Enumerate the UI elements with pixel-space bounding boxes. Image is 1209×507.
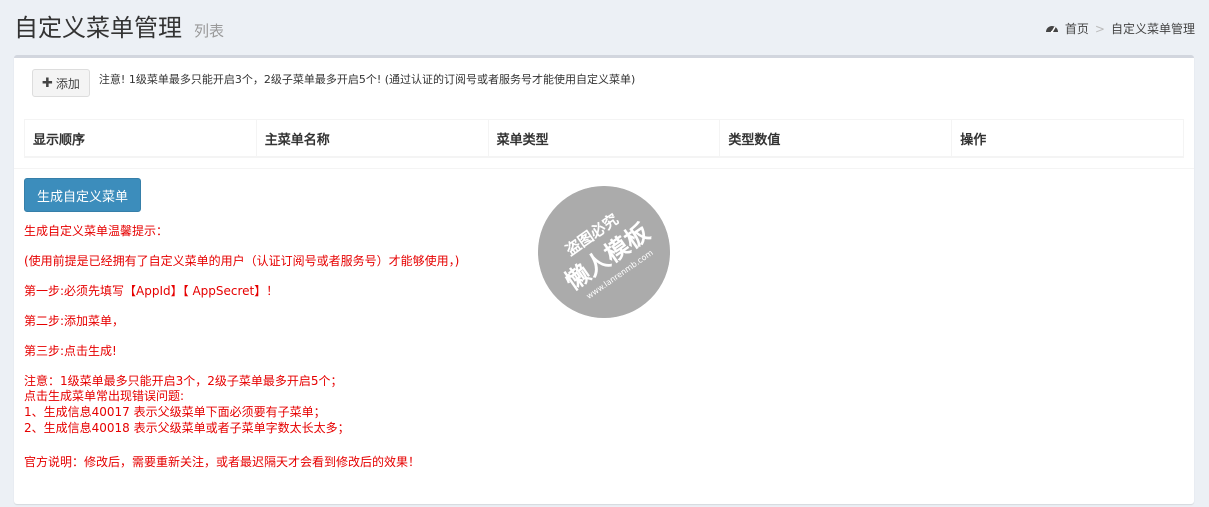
table-header-row: 显示顺序 主菜单名称 菜单类型 类型数值 操作	[24, 119, 1184, 158]
tips-line: 点击生成菜单常出现错误问题:	[24, 389, 185, 403]
column-header-order[interactable]: 显示顺序	[24, 119, 257, 158]
add-button-label: 添加	[55, 76, 80, 91]
tips-line: 2、生成信息40018 表示父级菜单或者子菜单字数太长太多；	[24, 421, 350, 435]
toolbar: ✚ 添加 注意! 1级菜单最多只能开启3个，2级子菜单最多开启5个! (通过认证…	[32, 69, 635, 97]
menu-table: 显示顺序 主菜单名称 菜单类型 类型数值 操作	[24, 119, 1184, 158]
breadcrumb-separator: >	[1094, 22, 1105, 36]
tips-line: 生成自定义菜单温馨提示：	[24, 224, 169, 238]
column-header-actions: 操作	[951, 119, 1184, 158]
content-header: 自定义菜单管理 列表 首页 > 自定义菜单管理	[14, 12, 1195, 48]
tips-line: 1、生成信息40017 表示父级菜单下面必须要有子菜单；	[24, 405, 326, 419]
page-title: 自定义菜单管理	[14, 14, 182, 42]
tips-line: 注意：1级菜单最多只能开启3个，2级子菜单最多开启5个；	[24, 374, 343, 388]
page-subtitle: 列表	[194, 22, 225, 40]
breadcrumb-home-link[interactable]: 首页	[1065, 20, 1089, 38]
breadcrumb: 首页 > 自定义菜单管理	[1045, 20, 1195, 38]
breadcrumb-current: 自定义菜单管理	[1110, 22, 1195, 36]
column-header-menu-type[interactable]: 菜单类型	[487, 119, 721, 158]
tips-line: 第三步:点击生成!	[24, 344, 117, 358]
column-header-main-menu-name[interactable]: 主菜单名称	[255, 119, 489, 158]
tips-line: 第一步:必须先填写【AppId】【 AppSecret】！	[24, 284, 279, 298]
plus-icon: ✚	[42, 75, 53, 91]
tips-line: 官方说明：修改后，需要重新关注，或者最迟隔天才会看到修改后的效果！	[24, 455, 421, 469]
box-divider	[14, 168, 1194, 169]
watermark-stamp: 盗图必究 懒人模板 www.lanrenmb.com	[538, 186, 670, 318]
tips-line: (使用前提是已经拥有了自定义菜单的用户（认证订阅号或者服务号）才能够使用，)	[24, 254, 460, 268]
column-header-type-value[interactable]: 类型数值	[719, 119, 953, 158]
menu-limit-note: 注意! 1级菜单最多只能开启3个，2级子菜单最多开启5个! (通过认证的订阅号或…	[98, 72, 636, 86]
add-button[interactable]: ✚ 添加	[32, 69, 90, 97]
dashboard-icon	[1045, 26, 1058, 34]
generate-menu-button[interactable]: 生成自定义菜单	[24, 178, 142, 212]
tips-line: 第二步:添加菜单，	[24, 314, 125, 328]
